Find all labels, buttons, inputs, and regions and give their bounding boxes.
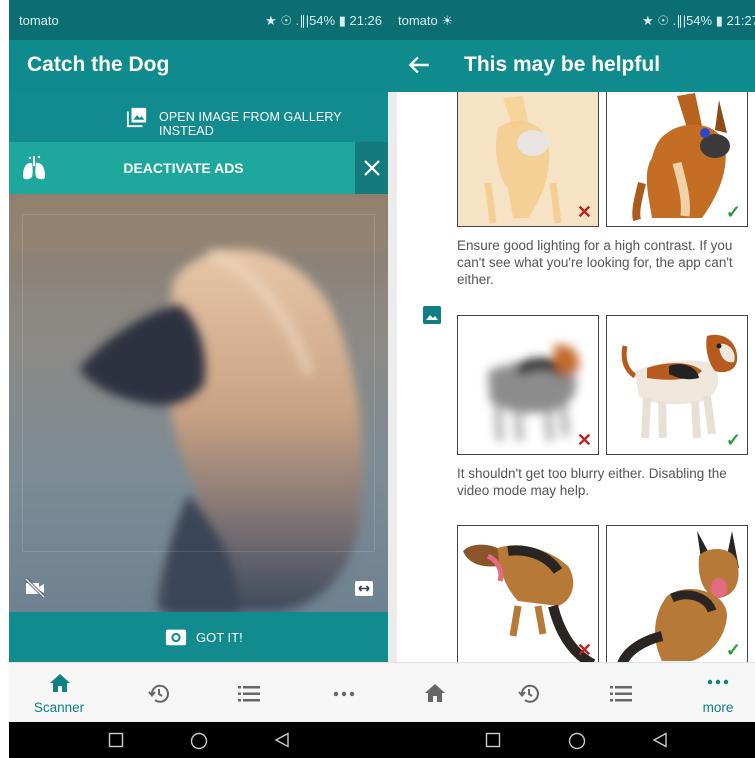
- list-icon: [610, 686, 632, 702]
- nav-history[interactable]: [514, 663, 544, 723]
- recents-icon[interactable]: [485, 732, 501, 748]
- nav-scanner-label: Scanner: [33, 700, 85, 715]
- history-icon: [148, 684, 169, 703]
- home-icon: [425, 684, 445, 702]
- nav-list[interactable]: [606, 663, 636, 723]
- carrier-name: tomato ☀: [398, 13, 454, 28]
- nav-scanner[interactable]: [420, 663, 450, 723]
- good-example-mark: ✓: [725, 640, 741, 660]
- home-button-icon[interactable]: [190, 732, 208, 750]
- nav-more[interactable]: [329, 663, 359, 723]
- example-rotated: ✕: [457, 525, 599, 662]
- list-icon: [238, 686, 260, 702]
- carrier-name: tomato: [19, 13, 59, 28]
- video-off-icon[interactable]: [23, 576, 47, 600]
- nav-history[interactable]: [144, 663, 174, 723]
- close-icon: [364, 160, 380, 176]
- example-upright: ✓: [606, 525, 748, 662]
- switch-camera-icon[interactable]: [352, 576, 376, 600]
- bad-example-mark: ✕: [576, 430, 592, 450]
- scanner-screen: tomato ★ ☉ .∥|54% ▮ 21:26 Catch the Dog …: [9, 0, 388, 758]
- help-content[interactable]: ✕ ✓ Ensure good lighting for a high cont…: [388, 92, 755, 662]
- app-bar: Catch the Dog: [9, 40, 388, 92]
- deactivate-ads-banner[interactable]: DEACTIVATE ADS: [9, 142, 388, 194]
- system-navigation-bar: [388, 722, 755, 758]
- camera-icon: [165, 629, 187, 646]
- deactivate-ads-label: DEACTIVATE ADS: [123, 160, 244, 176]
- more-icon: [707, 679, 729, 685]
- more-icon: [333, 691, 355, 697]
- page-title: Catch the Dog: [27, 53, 170, 76]
- home-icon: [50, 674, 70, 692]
- system-navigation-bar: [9, 722, 388, 758]
- good-example-mark: ✓: [725, 202, 741, 222]
- status-bar: tomato ☀ ★ ☉ .∥|54% ▮ 21:27: [388, 0, 755, 40]
- bad-example-mark: ✕: [576, 202, 592, 222]
- tip-blur: It shouldn't get too blurry either. Disa…: [457, 466, 727, 498]
- scroll-gutter: [388, 92, 397, 662]
- app-bar: This may be helpful: [388, 40, 755, 92]
- gallery-icon: [126, 107, 147, 128]
- example-blurry: ✕: [457, 315, 599, 455]
- close-ads-button[interactable]: [355, 142, 388, 194]
- help-screen: tomato ☀ ★ ☉ .∥|54% ▮ 21:27 This may be …: [388, 0, 755, 758]
- got-it-label: GOT IT!: [196, 630, 243, 645]
- good-example-mark: ✓: [725, 430, 741, 450]
- nav-more[interactable]: more: [688, 663, 748, 723]
- got-it-button[interactable]: GOT IT!: [9, 612, 388, 662]
- bad-example-mark: ✕: [576, 640, 592, 660]
- open-gallery-button[interactable]: OPEN IMAGE FROM GALLERY INSTEAD: [9, 92, 388, 142]
- back-arrow-icon[interactable]: [406, 52, 432, 78]
- tip-lighting: Ensure good lighting for a high contrast…: [457, 238, 733, 287]
- nav-scanner[interactable]: Scanner: [19, 663, 99, 723]
- camera-preview[interactable]: [9, 194, 388, 612]
- home-button-icon[interactable]: [568, 732, 586, 750]
- status-indicators: ★ ☉ .∥|54% ▮ 21:26: [265, 13, 382, 28]
- status-indicators: ★ ☉ .∥|54% ▮ 21:27: [642, 13, 755, 28]
- example-sharp: ✓: [606, 315, 748, 455]
- recents-icon[interactable]: [108, 732, 124, 748]
- image-icon: [423, 306, 441, 324]
- status-bar: tomato ★ ☉ .∥|54% ▮ 21:26: [9, 0, 388, 40]
- back-button-icon[interactable]: [652, 732, 668, 748]
- scan-frame: [22, 214, 375, 552]
- back-button-icon[interactable]: [274, 732, 290, 748]
- gallery-button-label: OPEN IMAGE FROM GALLERY INSTEAD: [159, 110, 342, 138]
- page-title: This may be helpful: [464, 53, 661, 76]
- bottom-navigation: Scanner: [9, 662, 388, 722]
- example-bad-lighting: ✕: [457, 92, 599, 227]
- nav-list[interactable]: [234, 663, 264, 723]
- history-icon: [518, 684, 539, 703]
- example-good-lighting: ✓: [606, 92, 748, 227]
- nav-more-label: more: [702, 700, 734, 715]
- bottom-navigation: more: [388, 662, 755, 722]
